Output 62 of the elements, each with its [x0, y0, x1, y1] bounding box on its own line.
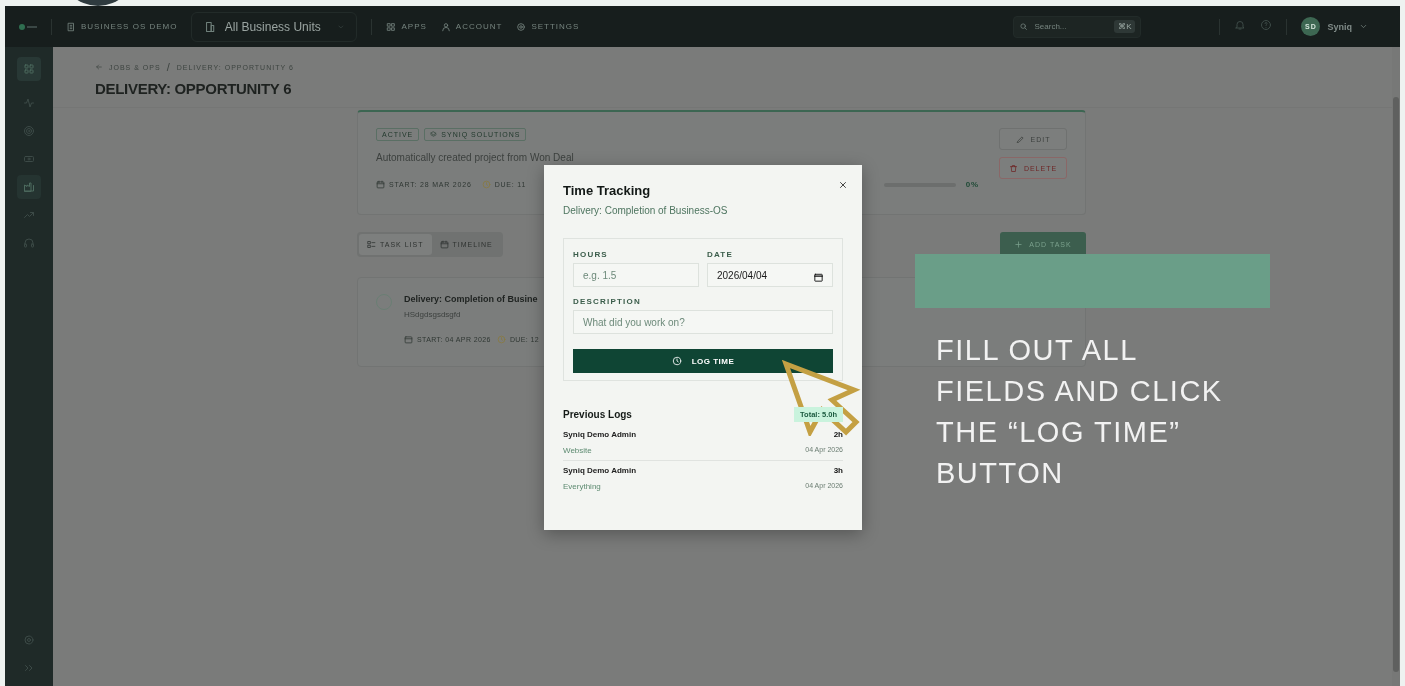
project-description: Automatically created project from Won Deal — [376, 152, 575, 163]
calendar-icon — [439, 240, 449, 249]
workspace-name: BUSINESS OS DEMO — [81, 22, 178, 31]
trash-icon — [1008, 163, 1018, 173]
pencil-icon — [1015, 134, 1025, 144]
clock-icon — [496, 335, 506, 344]
instruction-text: FILL OUT ALL FIELDS AND CLICK THE “LOG TIME” BUTTON — [936, 333, 1224, 491]
grid-icon — [23, 63, 35, 75]
field-label: DESCRIPTION — [573, 297, 642, 306]
calendar-icon — [404, 335, 413, 344]
calendar-icon — [813, 272, 824, 283]
apps-button[interactable] — [17, 57, 41, 81]
log-note: Website — [563, 446, 593, 455]
arrow-left-icon — [95, 63, 103, 71]
user-icon — [440, 21, 451, 32]
gear-icon — [516, 21, 527, 32]
search-icon — [1019, 21, 1029, 31]
log-user: Syniq Demo Admin — [563, 466, 638, 475]
headset-icon — [23, 237, 35, 249]
user-name[interactable]: Syniq — [1327, 21, 1352, 32]
calendar-icon — [376, 180, 385, 189]
layers-icon — [430, 131, 438, 138]
clock-icon — [671, 356, 682, 366]
field-label: DATE — [707, 250, 734, 259]
log-user: Syniq Demo Admin — [563, 430, 638, 439]
log-hours: 3h — [832, 466, 843, 475]
task-title: Delivery: Completion of Busine — [404, 294, 539, 304]
scrollbar-thumb[interactable] — [1393, 97, 1399, 672]
date-field[interactable]: 2026/04/04 — [707, 263, 833, 287]
log-time-button[interactable]: LOG TIME — [573, 349, 833, 373]
progress-reading: 0% — [965, 180, 979, 189]
dialog-subtitle: Delivery: Completion of Business-OS — [563, 205, 729, 216]
list-icon — [367, 240, 376, 249]
section-title: Previous Logs — [563, 409, 632, 420]
breadcrumb-separator: / — [166, 61, 171, 73]
building-icon — [66, 21, 76, 32]
pulse-icon — [23, 97, 35, 109]
description-field[interactable]: What did you work on? — [573, 310, 833, 334]
close-icon — [838, 180, 848, 190]
field-label: HOURS — [573, 250, 609, 259]
banknote-icon — [23, 153, 35, 165]
nav-link[interactable]: ACCOUNT — [440, 21, 503, 32]
plus-icon — [1014, 240, 1024, 249]
grid-icon — [386, 21, 397, 32]
factory-icon — [23, 181, 35, 193]
nav-link[interactable]: APPS — [386, 21, 427, 32]
logo-icon[interactable] — [19, 23, 37, 30]
cursor-icon — [782, 360, 862, 436]
unit-selector[interactable]: All Business Units — [191, 11, 358, 42]
clock-icon — [481, 180, 491, 189]
gear-icon — [23, 634, 35, 646]
target-icon — [23, 125, 35, 137]
log-note: Everything — [563, 482, 602, 491]
nav-link[interactable]: SETTINGS — [516, 21, 580, 32]
dialog-title: Time Tracking — [563, 183, 652, 198]
sidebar-item[interactable] — [17, 175, 41, 199]
log-hours: 2h — [832, 430, 843, 439]
chevron-icon — [1359, 22, 1368, 31]
trend-icon — [23, 209, 35, 221]
page-title: DELIVERY: OPPORTUNITY 6 — [95, 80, 293, 97]
chevrons-icon — [23, 662, 35, 674]
hours-field[interactable]: e.g. 1.5 — [573, 263, 699, 287]
